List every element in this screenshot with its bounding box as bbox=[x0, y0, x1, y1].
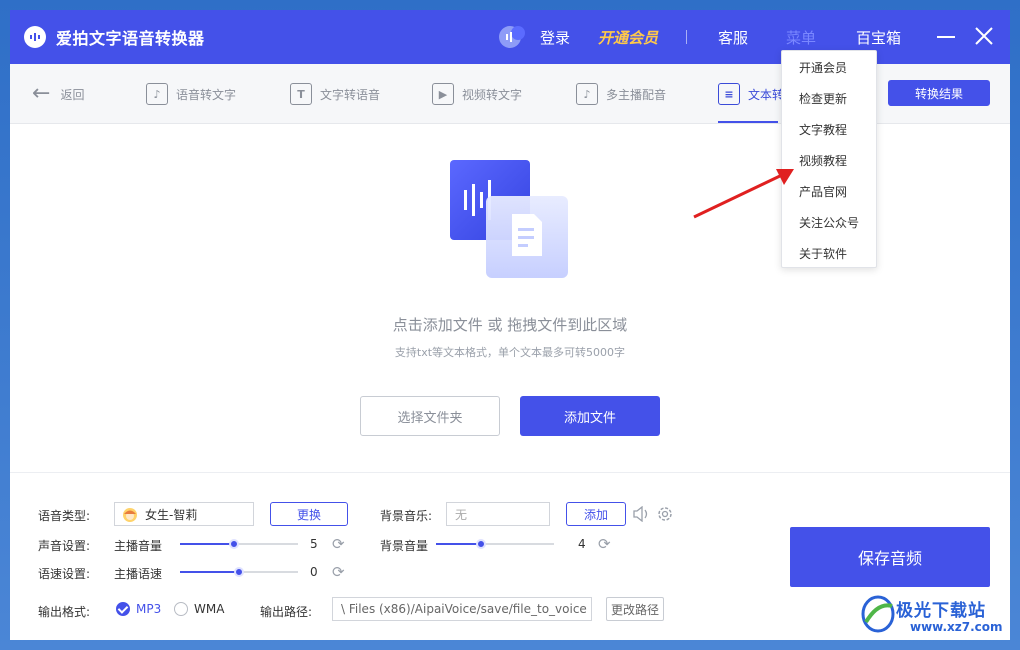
slider-knob[interactable] bbox=[475, 539, 486, 549]
video-icon: ▶ bbox=[432, 83, 454, 105]
text-t-icon: T bbox=[290, 83, 312, 105]
add-music-button[interactable]: 添加 bbox=[566, 502, 626, 526]
voice-name: 女生-智莉 bbox=[145, 507, 198, 522]
user-avatar-icon[interactable] bbox=[498, 24, 528, 50]
save-audio-button[interactable]: 保存音频 bbox=[790, 527, 990, 587]
tab-multi-anchor[interactable]: ♪ 多主播配音 bbox=[576, 78, 666, 110]
toolbox-link[interactable]: 百宝箱 bbox=[856, 27, 901, 48]
anchor-volume-slider[interactable] bbox=[180, 538, 298, 550]
watermark-name: 极光下载站 bbox=[896, 601, 986, 621]
tab-label: 文字转语音 bbox=[320, 87, 381, 102]
select-folder-button[interactable]: 选择文件夹 bbox=[360, 396, 500, 436]
file-drop-illustration[interactable] bbox=[450, 160, 570, 280]
format-mp3-radio[interactable] bbox=[116, 602, 130, 616]
bg-volume-label: 背景音量 bbox=[380, 539, 429, 553]
drop-area-subtitle: 支持txt等文本格式，单个文本最多可转5000字 bbox=[394, 346, 626, 359]
tab-label: 多主播配音 bbox=[606, 87, 667, 102]
watermark: 极光下载站 www.xz7.com bbox=[860, 592, 1010, 638]
multi-mic-icon: ♪ bbox=[576, 83, 598, 105]
sound-setting-label: 声音设置: bbox=[38, 539, 91, 553]
bg-music-value: 无 bbox=[455, 507, 468, 522]
tab-label: 语音转文字 bbox=[176, 87, 237, 102]
doc-audio-icon: ≡ bbox=[718, 83, 740, 105]
customer-service-link[interactable]: 客服 bbox=[718, 27, 748, 48]
slider-knob[interactable] bbox=[229, 539, 240, 549]
active-tab-indicator bbox=[718, 121, 778, 123]
annotation-arrow-icon bbox=[693, 169, 794, 219]
anchor-speed-slider[interactable] bbox=[180, 566, 298, 578]
app-title: 爱拍文字语音转换器 bbox=[56, 29, 205, 48]
output-path-label: 输出路径: bbox=[260, 605, 313, 619]
anchor-speed-label: 主播语速 bbox=[114, 567, 163, 581]
speed-setting-label: 语速设置: bbox=[38, 567, 91, 581]
add-file-button[interactable]: 添加文件 bbox=[520, 396, 660, 436]
tab-label: 文本转 bbox=[748, 87, 785, 102]
reset-anchor-speed-icon[interactable]: ⟳ bbox=[332, 564, 348, 580]
tab-label: 视频转文字 bbox=[462, 87, 523, 102]
output-path-value: \ Files (x86)/AipaiVoice/save/file_to_vo… bbox=[341, 602, 587, 616]
output-path-field[interactable]: \ Files (x86)/AipaiVoice/save/file_to_vo… bbox=[332, 597, 592, 621]
menu-item-about[interactable]: 关于软件 bbox=[782, 238, 878, 268]
anchor-volume-label: 主播音量 bbox=[114, 539, 163, 553]
change-voice-button[interactable]: 更换 bbox=[270, 502, 348, 526]
tab-video-to-text[interactable]: ▶ 视频转文字 bbox=[432, 78, 522, 110]
menu-item-check-update[interactable]: 检查更新 bbox=[782, 83, 878, 113]
arrow-left-icon: ← bbox=[32, 81, 51, 106]
bg-music-label: 背景音乐: bbox=[380, 509, 433, 523]
back-button[interactable]: ← 返回 bbox=[32, 78, 84, 110]
slider-fill bbox=[180, 543, 235, 545]
gear-icon[interactable] bbox=[656, 505, 674, 523]
tab-text-to-audio[interactable]: ≡ 文本转 bbox=[718, 78, 784, 110]
conversion-result-button[interactable]: 转换结果 bbox=[888, 80, 990, 106]
format-wma-label[interactable]: WMA bbox=[194, 602, 224, 616]
slider-fill bbox=[436, 543, 481, 545]
watermark-url: www.xz7.com bbox=[910, 620, 1003, 634]
back-label: 返回 bbox=[60, 87, 85, 102]
menu-link[interactable]: 菜单 bbox=[786, 27, 816, 48]
reset-bg-volume-icon[interactable]: ⟳ bbox=[598, 536, 614, 552]
anchor-speed-value: 0 bbox=[310, 565, 318, 579]
slider-knob[interactable] bbox=[234, 567, 244, 577]
menu-item-text-tutorial[interactable]: 文字教程 bbox=[782, 114, 878, 144]
tab-text-to-speech[interactable]: T 文字转语音 bbox=[290, 78, 380, 110]
vip-link[interactable]: 开通会员 bbox=[598, 27, 658, 48]
microphone-doc-icon: ♪ bbox=[146, 83, 168, 105]
menu-item-vip[interactable]: 开通会员 bbox=[782, 52, 878, 82]
format-mp3-label[interactable]: MP3 bbox=[136, 602, 161, 616]
tab-speech-to-text[interactable]: ♪ 语音转文字 bbox=[146, 78, 236, 110]
voice-type-label: 语音类型: bbox=[38, 509, 91, 523]
bg-volume-slider[interactable] bbox=[436, 538, 554, 550]
speaker-icon[interactable] bbox=[632, 506, 650, 522]
dropdown-menu: 开通会员 检查更新 文字教程 视频教程 产品官网 关注公众号 关于软件 bbox=[781, 50, 877, 268]
output-format-label: 输出格式: bbox=[38, 605, 91, 619]
close-icon[interactable] bbox=[972, 24, 996, 48]
anchor-volume-value: 5 bbox=[310, 537, 318, 551]
bg-volume-value: 4 bbox=[578, 537, 586, 551]
change-path-button[interactable]: 更改路径 bbox=[606, 597, 664, 621]
watermark-logo-icon bbox=[861, 595, 895, 633]
app-window: 爱拍文字语音转换器 登录 开通会员 客服 菜单 百宝箱 ← 返回 ♪ 语音转文字… bbox=[10, 10, 1010, 640]
reset-anchor-volume-icon[interactable]: ⟳ bbox=[332, 536, 348, 552]
avatar-icon bbox=[123, 508, 137, 522]
bg-music-field[interactable]: 无 bbox=[446, 502, 550, 526]
slider-fill bbox=[180, 571, 239, 573]
app-logo-icon bbox=[24, 26, 46, 48]
divider bbox=[686, 30, 687, 44]
minimize-icon[interactable] bbox=[934, 24, 958, 48]
login-link[interactable]: 登录 bbox=[540, 27, 570, 48]
format-wma-radio[interactable] bbox=[174, 602, 188, 616]
drop-area-title: 点击添加文件 或 拖拽文件到此区域 bbox=[392, 316, 628, 334]
